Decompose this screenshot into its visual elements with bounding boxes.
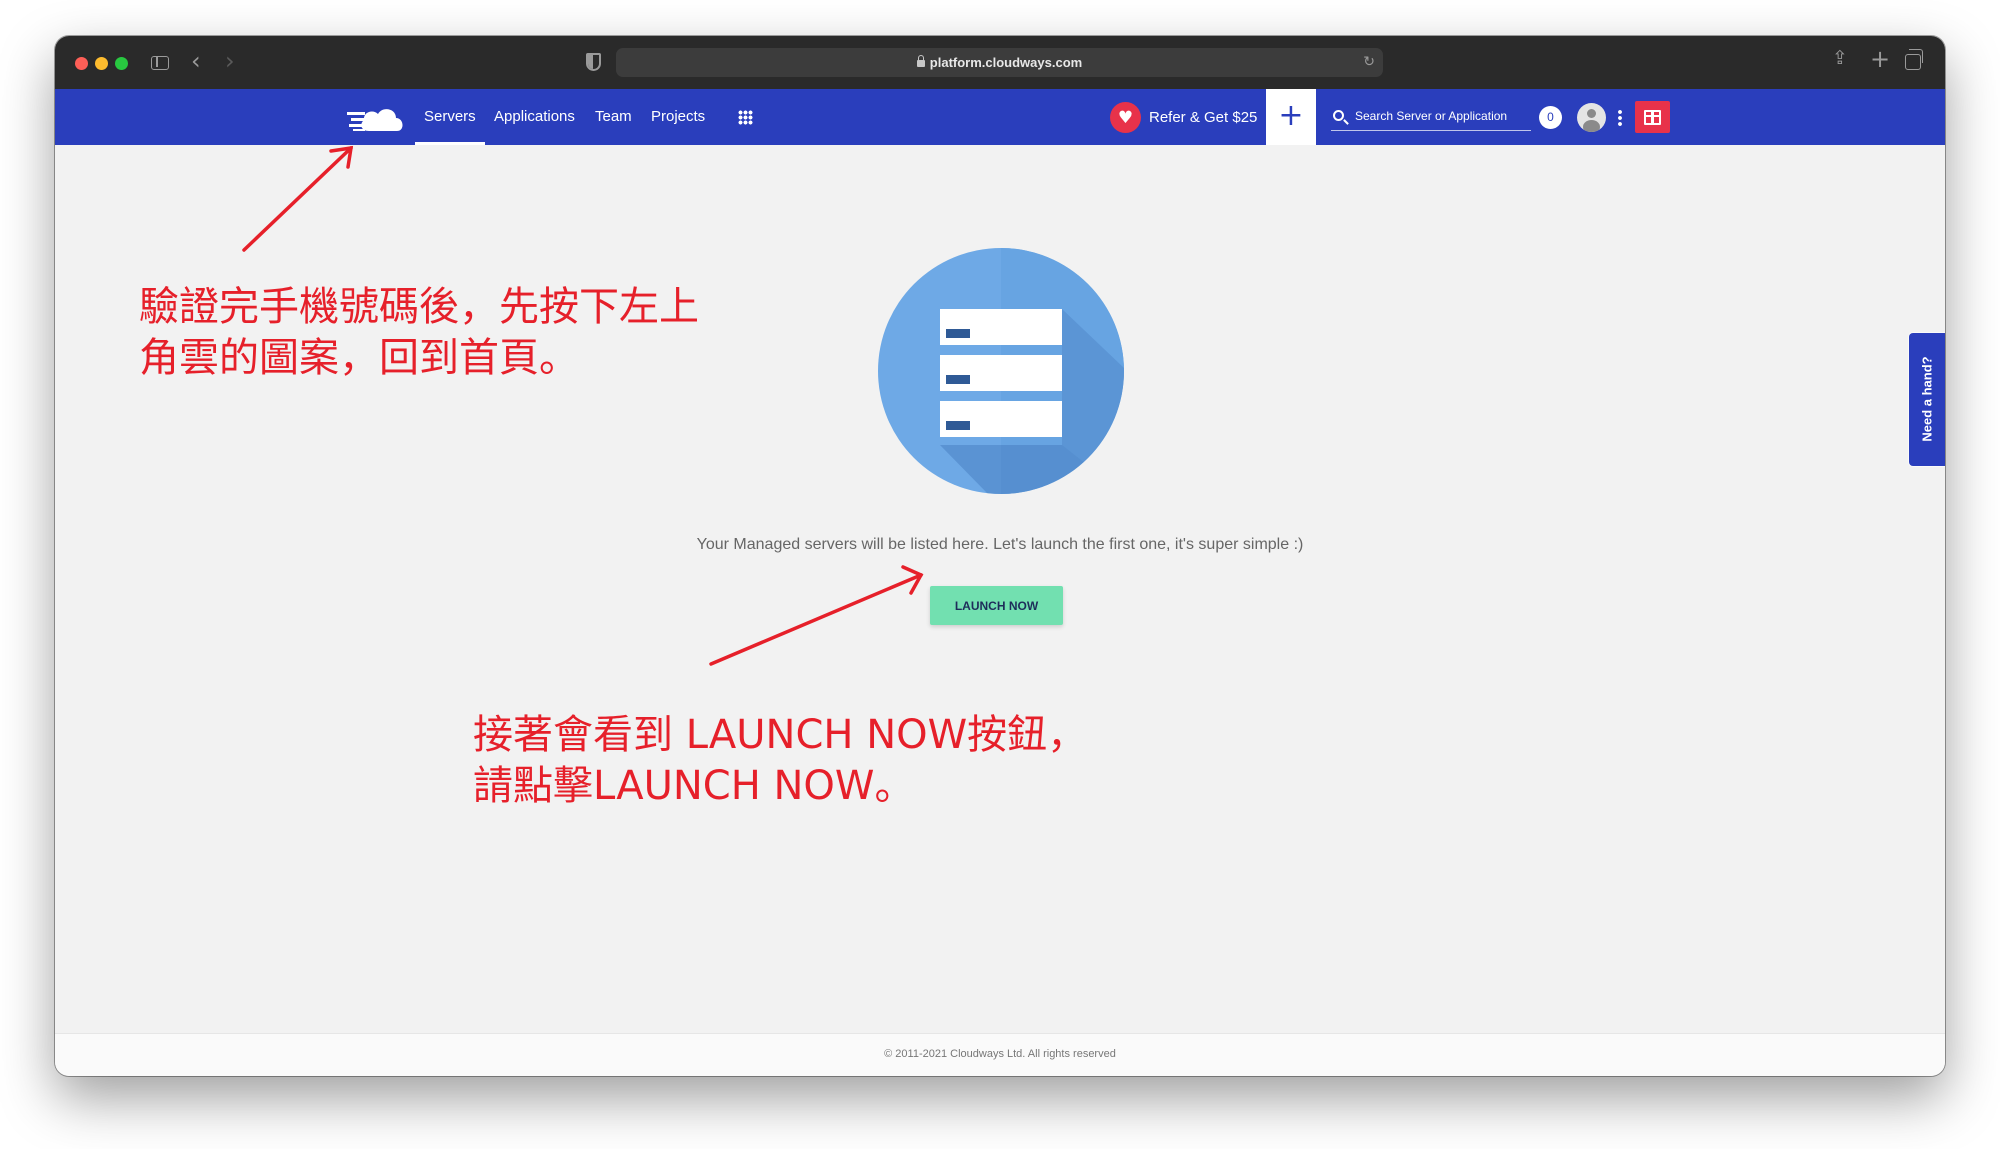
address-url-container: platform.cloudways.com bbox=[616, 48, 1383, 77]
cloud-logo-icon[interactable] bbox=[347, 100, 407, 134]
share-icon[interactable]: ⇪ bbox=[1832, 49, 1848, 68]
notification-badge[interactable]: 0 bbox=[1539, 106, 1562, 129]
address-url: platform.cloudways.com bbox=[929, 55, 1083, 70]
zoom-window-button[interactable] bbox=[115, 57, 128, 70]
forward-icon[interactable]: › bbox=[225, 49, 235, 73]
app-navbar: Servers Applications Team Projects ♥ Ref… bbox=[55, 89, 1945, 145]
annotation-note-1-line-2: 角雲的圖案，回到首頁。 bbox=[139, 335, 579, 381]
shield-icon[interactable] bbox=[586, 53, 601, 71]
sidebar-toggle-icon[interactable] bbox=[151, 56, 169, 70]
annotation-note-1-line-1: 驗證完手機號碼後，先按下左上 bbox=[139, 284, 699, 330]
nav-applications[interactable]: Applications bbox=[494, 89, 575, 145]
search-icon bbox=[1333, 110, 1344, 121]
footer: © 2011-2021 Cloudways Ltd. All rights re… bbox=[55, 1033, 1945, 1076]
refer-label: Refer & Get $25 bbox=[1149, 109, 1258, 126]
back-icon[interactable]: ‹ bbox=[191, 49, 201, 73]
annotation-note-2: 接著會看到 LAUNCH NOW按鈕， 請點擊LAUNCH NOW。 bbox=[473, 710, 1087, 812]
more-menu-icon[interactable] bbox=[1618, 109, 1622, 126]
arrow-to-launch bbox=[709, 565, 924, 666]
add-button[interactable]: + bbox=[1266, 89, 1316, 145]
tabs-overview-icon[interactable] bbox=[1905, 49, 1923, 70]
new-tab-icon[interactable]: + bbox=[1870, 47, 1890, 71]
arrow-to-logo bbox=[242, 145, 354, 252]
address-bar[interactable]: platform.cloudways.com ↻ bbox=[616, 48, 1383, 77]
copyright-text: © 2011-2021 Cloudways Ltd. All rights re… bbox=[884, 1048, 1116, 1060]
minimize-window-button[interactable] bbox=[95, 57, 108, 70]
search-input[interactable] bbox=[1355, 105, 1527, 127]
browser-window: ‹ › platform.cloudways.com ↻ ⇪ + Servers… bbox=[55, 36, 1945, 1076]
apps-grid-icon[interactable] bbox=[738, 110, 753, 125]
refer-button[interactable]: ♥ Refer & Get $25 bbox=[1110, 102, 1257, 133]
main-content: Your Managed servers will be listed here… bbox=[55, 145, 1945, 1033]
browser-toolbar: ‹ › platform.cloudways.com ↻ ⇪ + bbox=[55, 36, 1945, 89]
nav-team[interactable]: Team bbox=[595, 89, 632, 145]
annotation-arrows bbox=[242, 145, 924, 666]
close-window-button[interactable] bbox=[75, 57, 88, 70]
annotation-note-1: 驗證完手機號碼後，先按下左上 角雲的圖案，回到首頁。 bbox=[139, 282, 699, 384]
heart-icon: ♥ bbox=[1110, 102, 1141, 133]
search-box bbox=[1331, 103, 1531, 131]
nav-projects[interactable]: Projects bbox=[651, 89, 705, 145]
gift-icon bbox=[1644, 110, 1661, 125]
avatar[interactable] bbox=[1577, 103, 1606, 132]
nav-servers[interactable]: Servers bbox=[424, 89, 476, 145]
lock-icon bbox=[916, 55, 925, 67]
gift-button[interactable] bbox=[1635, 101, 1670, 133]
annotation-note-2-line-1: 接著會看到 LAUNCH NOW按鈕， bbox=[473, 712, 1088, 758]
annotation-note-2-line-2: 請點擊LAUNCH NOW。 bbox=[473, 763, 915, 809]
reload-icon[interactable]: ↻ bbox=[1363, 54, 1375, 70]
